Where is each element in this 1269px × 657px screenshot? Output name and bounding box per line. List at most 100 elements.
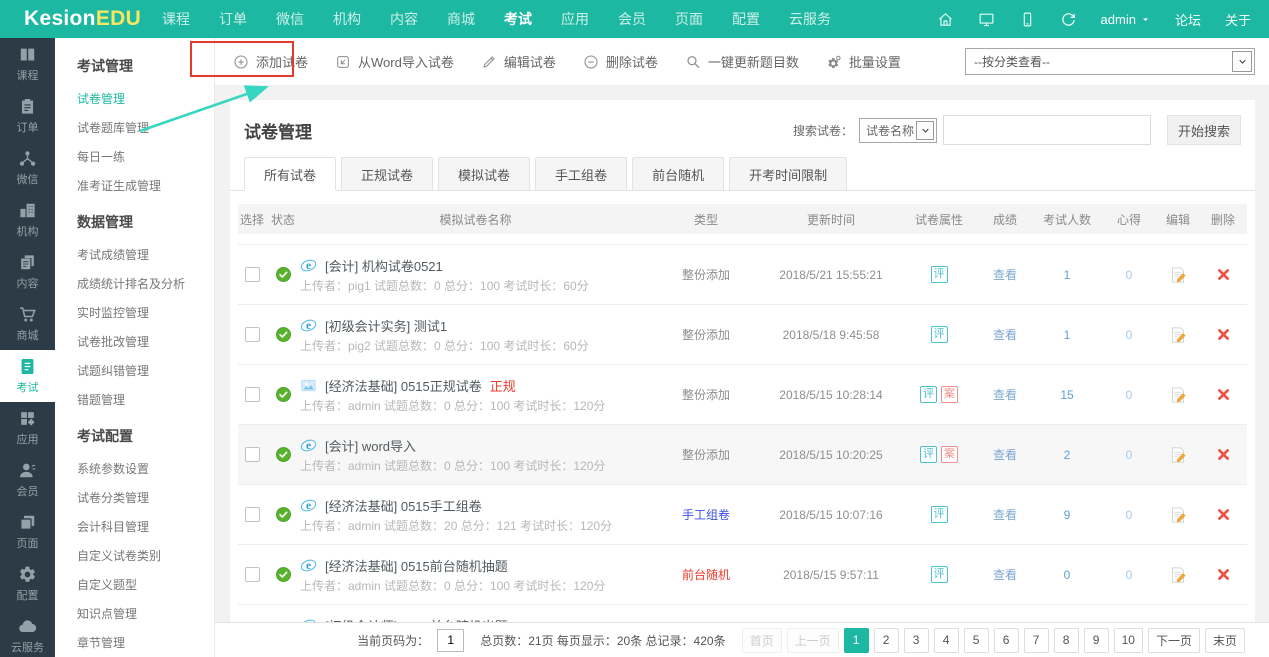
sidebar-item-chapter-manage[interactable]: 章节管理 — [77, 628, 214, 657]
sidebar-item-paper-manage[interactable]: 试卷管理 — [77, 84, 214, 113]
nav-item-cloud[interactable]: 云服务 — [789, 9, 831, 29]
row-checkbox[interactable] — [245, 387, 260, 402]
batch-settings-button[interactable]: 批量设置 — [826, 52, 901, 71]
monitor-icon[interactable] — [978, 11, 995, 28]
mobile-icon[interactable] — [1019, 11, 1036, 28]
delete-icon[interactable] — [1216, 327, 1231, 342]
view-score-link[interactable]: 查看 — [993, 566, 1017, 583]
tab-formal[interactable]: 正规试卷 — [341, 157, 433, 191]
nav-item-config[interactable]: 配置 — [732, 9, 760, 29]
page-button-page-2[interactable]: 2 — [874, 628, 899, 653]
sidebar-item-score-stats[interactable]: 成绩统计排名及分析 — [77, 269, 214, 298]
edit-icon[interactable] — [1169, 386, 1187, 404]
page-button-page-1[interactable]: 1 — [844, 628, 869, 653]
add-paper-button[interactable]: 添加试卷 — [233, 52, 308, 71]
page-button-page-5[interactable]: 5 — [964, 628, 989, 653]
rail-item-org[interactable]: 机构 — [0, 194, 55, 246]
rail-item-config[interactable]: 配置 — [0, 558, 55, 610]
delete-icon[interactable] — [1216, 387, 1231, 402]
sidebar-item-custom-question-type[interactable]: 自定义题型 — [77, 570, 214, 599]
nav-item-exam[interactable]: 考试 — [504, 9, 532, 29]
nav-item-page[interactable]: 页面 — [675, 9, 703, 29]
import-word-button[interactable]: 从Word导入试卷 — [335, 52, 454, 71]
nav-link-forum[interactable]: 论坛 — [1175, 10, 1201, 29]
rail-item-page[interactable]: 页面 — [0, 506, 55, 558]
nav-link-about[interactable]: 关于 — [1225, 10, 1251, 29]
nav-item-member[interactable]: 会员 — [618, 9, 646, 29]
page-button-page-3[interactable]: 3 — [904, 628, 929, 653]
sidebar-item-daily-practice[interactable]: 每日一练 — [77, 142, 214, 171]
sidebar-item-score-manage[interactable]: 考试成绩管理 — [77, 240, 214, 269]
tab-random[interactable]: 前台随机 — [632, 157, 724, 191]
nav-item-wechat[interactable]: 微信 — [276, 9, 304, 29]
edit-paper-button[interactable]: 编辑试卷 — [481, 52, 556, 71]
page-button-next[interactable]: 下一页 — [1148, 628, 1200, 653]
review-badge[interactable]: 评 — [931, 326, 948, 343]
review-badge[interactable]: 评 — [931, 566, 948, 583]
page-button-page-9[interactable]: 9 — [1084, 628, 1109, 653]
rail-item-exam[interactable]: 考试 — [0, 350, 55, 402]
rail-item-content[interactable]: 内容 — [0, 246, 55, 298]
search-field-select[interactable]: 试卷名称 — [859, 118, 937, 143]
delete-icon[interactable] — [1216, 507, 1231, 522]
delete-icon[interactable] — [1216, 567, 1231, 582]
view-score-link[interactable]: 查看 — [993, 386, 1017, 403]
edit-icon[interactable] — [1169, 266, 1187, 284]
sidebar-item-realtime-monitor[interactable]: 实时监控管理 — [77, 298, 214, 327]
sidebar-item-admission-ticket[interactable]: 准考证生成管理 — [77, 171, 214, 200]
sidebar-item-custom-paper-type[interactable]: 自定义试卷类别 — [77, 541, 214, 570]
edit-icon[interactable] — [1169, 326, 1187, 344]
page-button-page-4[interactable]: 4 — [934, 628, 959, 653]
page-button-page-10[interactable]: 10 — [1114, 628, 1143, 653]
nav-item-order[interactable]: 订单 — [219, 9, 247, 29]
row-checkbox[interactable] — [245, 507, 260, 522]
sidebar-item-wrong-questions[interactable]: 错题管理 — [77, 385, 214, 414]
edit-icon[interactable] — [1169, 446, 1187, 464]
refresh-icon[interactable] — [1060, 11, 1077, 28]
delete-paper-button[interactable]: 删除试卷 — [583, 52, 658, 71]
page-button-page-8[interactable]: 8 — [1054, 628, 1079, 653]
rail-item-course[interactable]: 课程 — [0, 38, 55, 90]
view-score-link[interactable]: 查看 — [993, 266, 1017, 283]
row-checkbox[interactable] — [245, 567, 260, 582]
search-button[interactable]: 开始搜索 — [1167, 115, 1241, 145]
view-score-link[interactable]: 查看 — [993, 506, 1017, 523]
rail-item-wechat[interactable]: 微信 — [0, 142, 55, 194]
row-checkbox[interactable] — [245, 447, 260, 462]
nav-item-app[interactable]: 应用 — [561, 9, 589, 29]
search-input[interactable] — [943, 115, 1151, 145]
case-badge[interactable]: 案 — [941, 386, 958, 403]
tab-mock[interactable]: 模拟试卷 — [438, 157, 530, 191]
review-badge[interactable]: 评 — [931, 266, 948, 283]
view-score-link[interactable]: 查看 — [993, 326, 1017, 343]
sidebar-item-question-correction[interactable]: 试题纠错管理 — [77, 356, 214, 385]
sidebar-item-paper-review[interactable]: 试卷批改管理 — [77, 327, 214, 356]
sidebar-item-knowledge-points[interactable]: 知识点管理 — [77, 599, 214, 628]
row-checkbox[interactable] — [245, 327, 260, 342]
sidebar-item-system-params[interactable]: 系统参数设置 — [77, 454, 214, 483]
nav-item-org[interactable]: 机构 — [333, 9, 361, 29]
page-button-page-7[interactable]: 7 — [1024, 628, 1049, 653]
review-badge[interactable]: 评 — [920, 446, 937, 463]
edit-icon[interactable] — [1169, 566, 1187, 584]
admin-dropdown[interactable]: admin — [1101, 12, 1151, 27]
sidebar-item-paper-bank[interactable]: 试卷题库管理 — [77, 113, 214, 142]
delete-icon[interactable] — [1216, 447, 1231, 462]
tab-all[interactable]: 所有试卷 — [244, 157, 336, 191]
tab-manual[interactable]: 手工组卷 — [535, 157, 627, 191]
review-badge[interactable]: 评 — [920, 386, 937, 403]
update-question-count-button[interactable]: 一键更新题目数 — [685, 52, 799, 71]
case-badge[interactable]: 案 — [941, 446, 958, 463]
sidebar-item-accounting-subjects[interactable]: 会计科目管理 — [77, 512, 214, 541]
page-button-page-6[interactable]: 6 — [994, 628, 1019, 653]
category-filter-select[interactable]: --按分类查看-- — [965, 48, 1255, 75]
current-page-input[interactable] — [437, 629, 464, 652]
view-score-link[interactable]: 查看 — [993, 446, 1017, 463]
rail-item-order[interactable]: 订单 — [0, 90, 55, 142]
page-button-last[interactable]: 末页 — [1205, 628, 1245, 653]
rail-item-member[interactable]: 会员 — [0, 454, 55, 506]
delete-icon[interactable] — [1216, 267, 1231, 282]
rail-item-mall[interactable]: 商城 — [0, 298, 55, 350]
row-checkbox[interactable] — [245, 267, 260, 282]
nav-item-course[interactable]: 课程 — [162, 9, 190, 29]
